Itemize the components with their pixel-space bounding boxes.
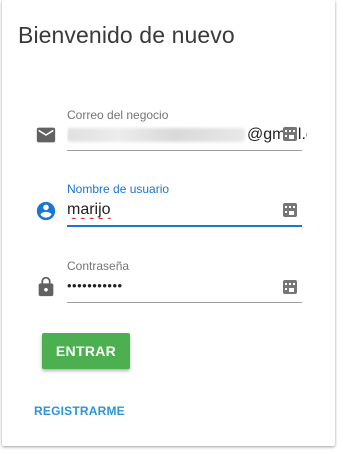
username-underline [67,225,302,227]
username-input[interactable]: marijo [67,201,111,219]
email-icon [36,127,56,143]
account-circle-icon [36,201,56,221]
email-field-group: Correo del negocio @gmail.c [2,104,335,164]
register-link[interactable]: REGISTRARME [34,404,125,418]
password-label: Contraseña [67,259,130,273]
username-label: Nombre de usuario [67,182,170,196]
email-underline [67,150,302,151]
login-button[interactable]: ENTRAR [42,333,130,369]
password-field-group: Contraseña ••••••••••• [2,257,335,317]
email-label: Correo del negocio [67,108,169,122]
password-manager-icon[interactable] [282,202,298,218]
login-card: Bienvenido de nuevo Correo del negocio @… [2,0,335,446]
username-field-group: Nombre de usuario marijo [2,180,335,240]
page-title: Bienvenido de nuevo [18,22,235,48]
redacted-email-username [67,127,245,142]
lock-icon [38,276,54,297]
password-input[interactable]: ••••••••••• [67,278,123,293]
password-manager-icon[interactable] [282,279,298,295]
email-domain-text: @gmail.c [247,126,307,143]
password-underline [67,302,302,303]
email-input[interactable]: @gmail.c [67,126,307,144]
password-manager-icon[interactable] [282,126,298,142]
